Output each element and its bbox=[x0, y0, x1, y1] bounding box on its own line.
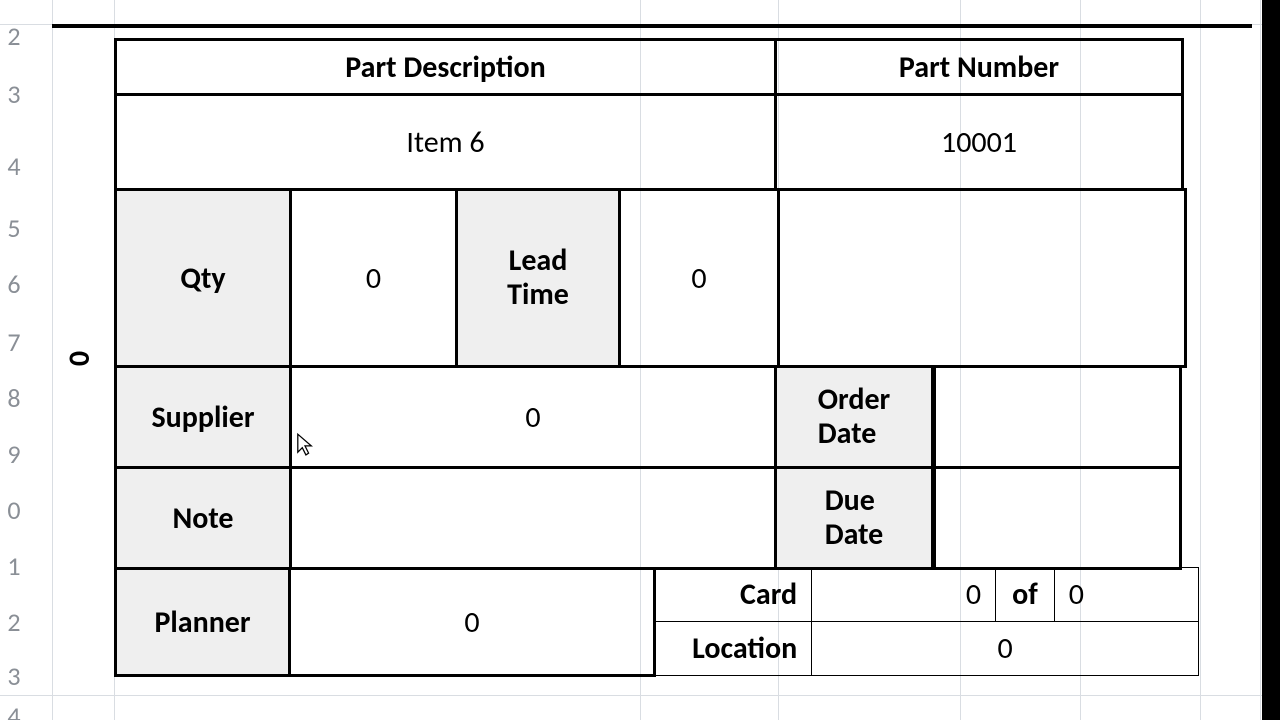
note-label: Note bbox=[114, 466, 292, 570]
location-value[interactable]: 0 bbox=[811, 621, 1199, 676]
row-header: 6 bbox=[0, 268, 28, 300]
part-description-header: Part Description bbox=[114, 38, 777, 96]
part-number-header: Part Number bbox=[774, 38, 1184, 96]
row-header: 5 bbox=[0, 212, 28, 244]
spreadsheet-canvas[interactable]: 2 3 4 5 6 7 8 9 0 1 2 3 4 0 Part Descrip… bbox=[0, 0, 1280, 720]
qty-value[interactable]: 0 bbox=[289, 188, 458, 368]
card-number[interactable]: 0 bbox=[811, 567, 996, 622]
supplier-label: Supplier bbox=[114, 365, 292, 469]
row-header: 0 bbox=[0, 494, 28, 526]
row-header: 8 bbox=[0, 382, 28, 414]
planner-label: Planner bbox=[114, 567, 291, 677]
due-date-label: Due Date bbox=[774, 466, 934, 570]
lead-time-value[interactable]: 0 bbox=[618, 188, 780, 368]
lead-time-label: Lead Time bbox=[455, 188, 621, 368]
qty-row-spacer bbox=[777, 188, 1187, 368]
planner-value[interactable]: 0 bbox=[288, 567, 656, 677]
row-header: 1 bbox=[0, 550, 28, 582]
card-total[interactable]: 0 bbox=[1054, 567, 1199, 622]
supplier-value[interactable]: 0 bbox=[289, 365, 777, 469]
side-label: 0 bbox=[61, 351, 98, 366]
row-header: 2 bbox=[0, 606, 28, 638]
right-edge bbox=[1262, 0, 1280, 720]
kanban-card: Part Description Part Number Item 6 1000… bbox=[114, 38, 1199, 677]
row-header: 2 bbox=[0, 20, 28, 52]
row-header: 4 bbox=[0, 700, 28, 720]
order-date-value[interactable] bbox=[933, 365, 1182, 469]
qty-label: Qty bbox=[114, 188, 292, 368]
part-description-value[interactable]: Item 6 bbox=[114, 93, 777, 191]
order-date-label: Order Date bbox=[774, 365, 934, 469]
row-header: 9 bbox=[0, 438, 28, 470]
row-header: 7 bbox=[0, 326, 28, 358]
part-number-value[interactable]: 10001 bbox=[774, 93, 1184, 191]
card-of-label: of bbox=[995, 567, 1055, 622]
row-header: 3 bbox=[0, 660, 28, 692]
location-label: Location bbox=[653, 621, 812, 676]
top-border bbox=[52, 24, 1252, 28]
note-value[interactable] bbox=[289, 466, 777, 570]
card-label: Card bbox=[653, 567, 812, 622]
due-date-value[interactable] bbox=[933, 466, 1182, 570]
row-header: 3 bbox=[0, 78, 28, 110]
row-header: 4 bbox=[0, 150, 28, 182]
